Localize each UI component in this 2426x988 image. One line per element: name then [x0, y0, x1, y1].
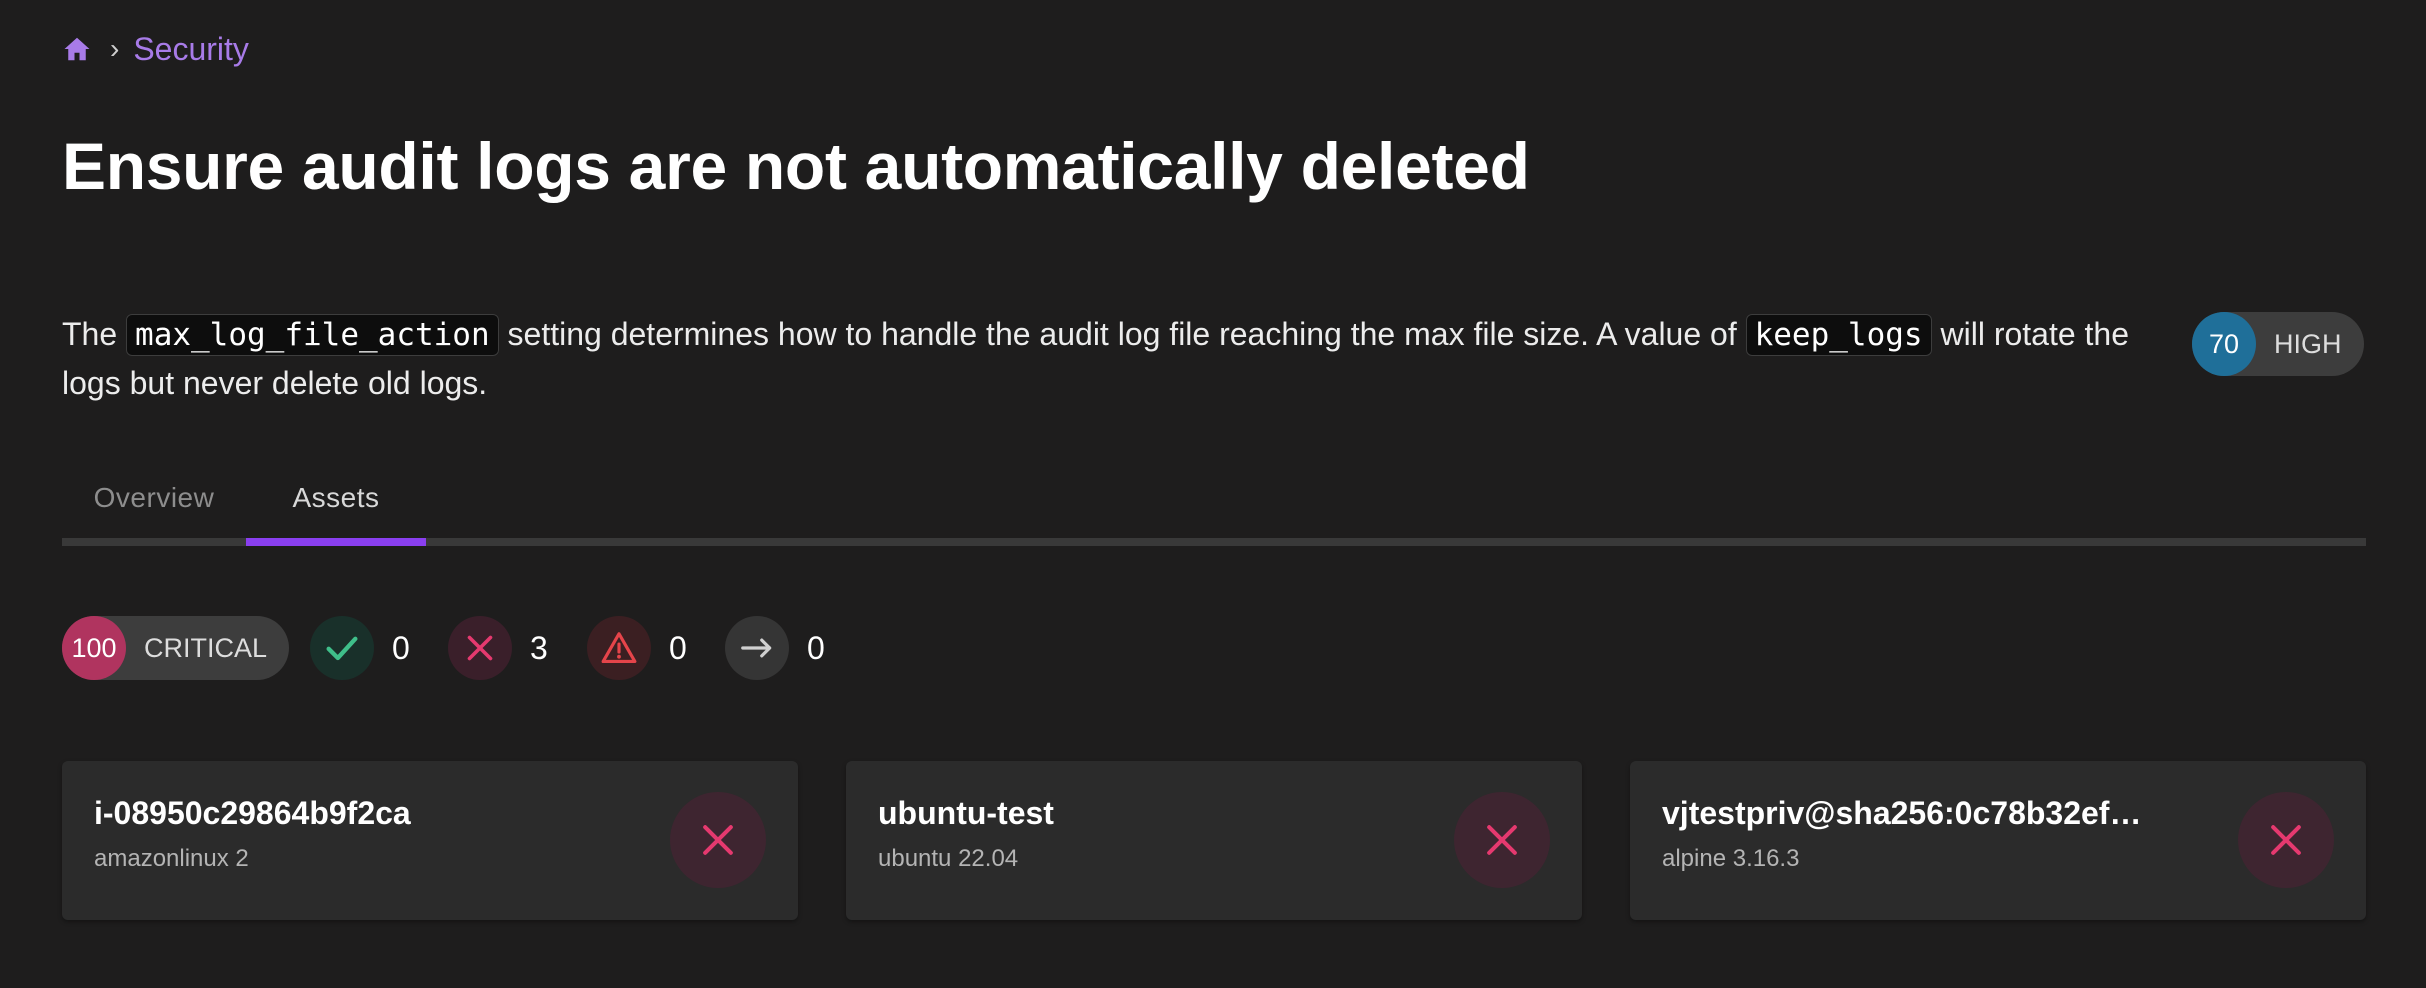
fail-count: 3 [530, 629, 548, 666]
tab-assets[interactable]: Assets [246, 458, 426, 546]
breadcrumb-item-security[interactable]: Security [133, 31, 249, 68]
x-icon [448, 616, 512, 680]
tab-overview[interactable]: Overview [62, 458, 246, 538]
tab-bar: Overview Assets [62, 458, 2366, 546]
asset-name: i-08950c29864b9f2ca [94, 795, 411, 831]
breadcrumb: › Security [62, 26, 249, 72]
error-count-filter[interactable]: 0 [587, 616, 687, 680]
description-text: setting determines how to handle the aud… [498, 316, 1746, 352]
skipped-count-filter[interactable]: 0 [725, 616, 825, 680]
code-snippet: keep_logs [1745, 314, 1932, 356]
asset-name: ubuntu-test [878, 795, 1054, 831]
asset-card[interactable]: ubuntu-test ubuntu 22.04 [846, 761, 1582, 920]
x-icon [2238, 792, 2334, 888]
asset-score-badge: 100 CRITICAL [62, 616, 290, 680]
asset-platform: amazonlinux 2 [94, 845, 249, 872]
description-text: The [62, 316, 127, 352]
asset-card[interactable]: i-08950c29864b9f2ca amazonlinux 2 [62, 761, 798, 920]
score-label: CRITICAL [144, 632, 268, 663]
code-snippet: max_log_file_action [126, 314, 499, 356]
warning-icon [587, 616, 651, 680]
home-icon[interactable] [62, 34, 92, 64]
score-value: 100 [62, 616, 126, 680]
x-icon [670, 792, 766, 888]
score-value: 70 [2192, 312, 2256, 376]
page-title: Ensure audit logs are not automatically … [62, 129, 1530, 203]
pass-count-filter[interactable]: 0 [310, 616, 410, 680]
score-label: HIGH [2274, 328, 2342, 359]
page: › Security Ensure audit logs are not aut… [0, 0, 2426, 988]
arrow-right-icon [725, 616, 789, 680]
x-icon [1454, 792, 1550, 888]
error-count: 0 [669, 629, 687, 666]
pass-count: 0 [392, 629, 410, 666]
breadcrumb-separator: › [110, 33, 120, 64]
skipped-count: 0 [807, 629, 825, 666]
asset-card[interactable]: vjtestpriv@sha256:0c78b32ef… alpine 3.16… [1630, 761, 2366, 920]
asset-platform: ubuntu 22.04 [878, 845, 1019, 872]
check-score-badge: 70 HIGH [2192, 312, 2364, 376]
asset-platform: alpine 3.16.3 [1662, 845, 1800, 872]
check-description: The max_log_file_action setting determin… [62, 310, 2172, 407]
fail-count-filter[interactable]: 3 [448, 616, 548, 680]
asset-name: vjtestpriv@sha256:0c78b32ef… [1662, 795, 2142, 831]
check-icon [310, 616, 374, 680]
